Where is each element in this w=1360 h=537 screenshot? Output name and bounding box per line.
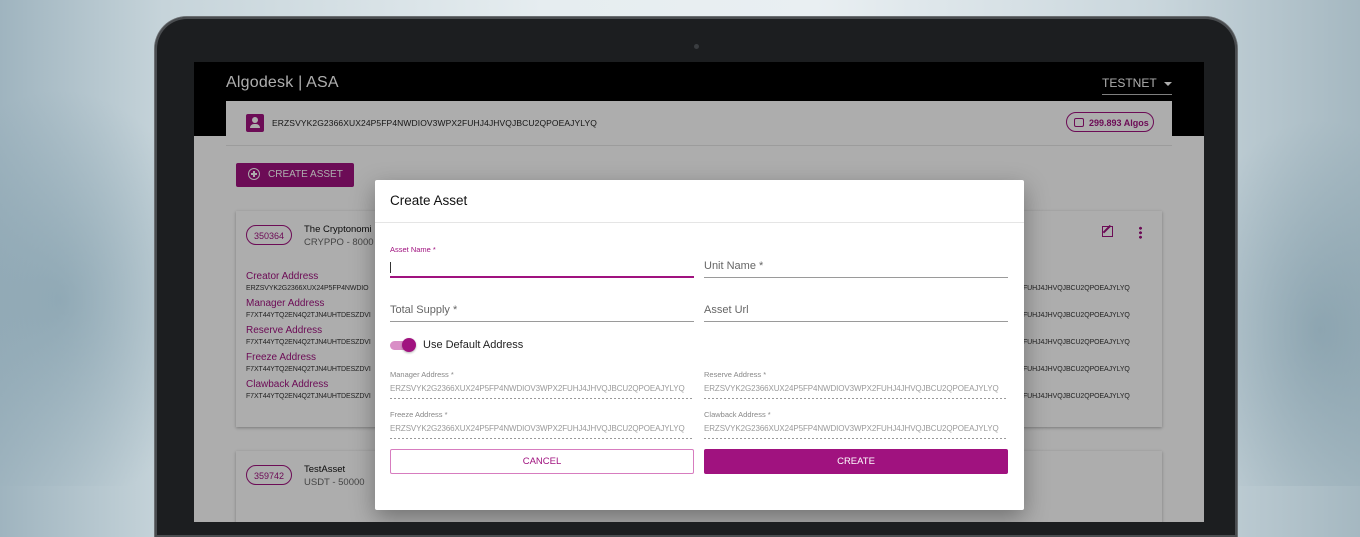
app-screen: Algodesk | ASA TESTNET ERZSVYK2G2366XUX2… <box>194 62 1204 522</box>
reserve-address-field[interactable]: Reserve Address * ERZSVYK2G2366XUX24P5FP… <box>704 370 1008 399</box>
unit-name-label: Unit Name * <box>704 260 764 272</box>
clawback-address-value: ERZSVYK2G2366XUX24P5FP4NWDIOV3WPX2FUHJ4J… <box>704 424 999 433</box>
field-underline <box>390 276 694 278</box>
cancel-button[interactable]: CANCEL <box>390 449 694 474</box>
laptop-frame: Algodesk | ASA TESTNET ERZSVYK2G2366XUX2… <box>155 17 1237 537</box>
toggle-thumb[interactable] <box>402 338 416 352</box>
field-underline <box>704 321 1008 322</box>
field-underline <box>390 438 694 439</box>
freeze-address-value: ERZSVYK2G2366XUX24P5FP4NWDIOV3WPX2FUHJ4J… <box>390 424 685 433</box>
field-underline <box>390 398 694 399</box>
use-default-label: Use Default Address <box>423 339 524 351</box>
field-underline <box>704 398 1008 399</box>
asset-name-field[interactable]: Asset Name * <box>390 245 694 278</box>
text-cursor <box>390 262 391 273</box>
asset-name-label: Asset Name * <box>390 245 436 254</box>
freeze-address-label: Freeze Address * <box>390 410 448 419</box>
camera-dot <box>694 44 699 49</box>
manager-address-field[interactable]: Manager Address * ERZSVYK2G2366XUX24P5FP… <box>390 370 694 399</box>
asset-url-field[interactable]: Asset Url <box>704 295 1008 322</box>
field-underline <box>704 438 1008 439</box>
clawback-address-label: Clawback Address * <box>704 410 771 419</box>
field-underline <box>704 277 1008 278</box>
total-supply-label: Total Supply * <box>390 304 458 316</box>
create-asset-dialog: Create Asset Asset Name * Unit Name * To… <box>375 180 1024 510</box>
total-supply-field[interactable]: Total Supply * <box>390 295 694 322</box>
asset-url-label: Asset Url <box>704 304 749 316</box>
clawback-address-field[interactable]: Clawback Address * ERZSVYK2G2366XUX24P5F… <box>704 410 1008 439</box>
manager-address-label: Manager Address * <box>390 370 454 379</box>
reserve-address-value: ERZSVYK2G2366XUX24P5FP4NWDIOV3WPX2FUHJ4J… <box>704 384 999 393</box>
manager-address-value: ERZSVYK2G2366XUX24P5FP4NWDIOV3WPX2FUHJ4J… <box>390 384 685 393</box>
freeze-address-field[interactable]: Freeze Address * ERZSVYK2G2366XUX24P5FP4… <box>390 410 694 439</box>
reserve-address-label: Reserve Address * <box>704 370 767 379</box>
dialog-divider <box>375 222 1024 223</box>
dialog-title: Create Asset <box>390 193 468 208</box>
create-button[interactable]: CREATE <box>704 449 1008 474</box>
unit-name-field[interactable]: Unit Name * <box>704 245 1008 278</box>
field-underline <box>390 321 694 322</box>
